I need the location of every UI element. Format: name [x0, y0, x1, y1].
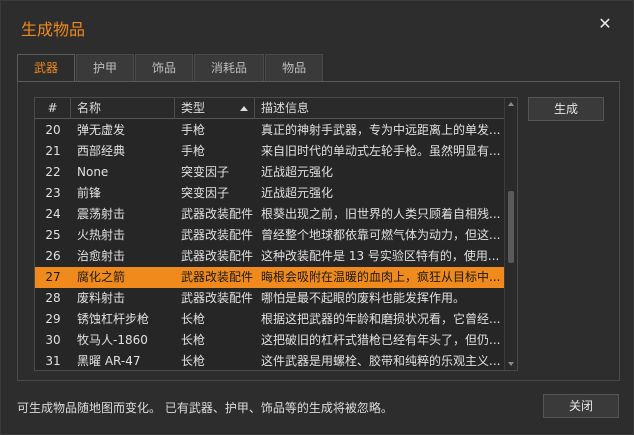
- cell-type: 武器改装配件: [181, 228, 254, 242]
- cell-type: 手枪: [181, 144, 206, 158]
- cell-type: 武器改装配件: [181, 207, 254, 221]
- cell-name: None: [77, 165, 109, 179]
- cell-number: 21: [45, 144, 61, 158]
- scroll-up-icon[interactable]: [508, 102, 514, 106]
- column-header-name[interactable]: 名称: [71, 98, 175, 119]
- close-icon[interactable]: ✕: [597, 16, 613, 32]
- table-row[interactable]: 31 黑曜 AR-47 长枪 这件武器是用螺栓、胶带和纯粹的乐观主义...: [35, 351, 505, 370]
- cell-description: 曾经整个地球都依靠可燃气体为动力，但这...: [261, 228, 501, 242]
- cell-description: 近战超元强化: [261, 165, 334, 179]
- cell-name: 治愈射击: [77, 249, 126, 263]
- cell-description: 这种改装配件是 13 号实验区特有的，使用...: [261, 249, 500, 263]
- footer-note: 可生成物品随地图而变化。 已有武器、护甲、饰品等的生成将被忽略。: [17, 401, 393, 415]
- cell-number: 22: [45, 165, 61, 179]
- cell-description: 这件武器是用螺栓、胶带和纯粹的乐观主义...: [261, 354, 501, 368]
- cell-type: 长枪: [181, 312, 206, 326]
- table-row[interactable]: 28 废料射击 武器改装配件 哪怕是最不起眼的废料也能发挥作用。: [35, 288, 505, 309]
- cell-name: 前锋: [77, 186, 102, 200]
- table-header: # 名称 类型 描述信息: [35, 98, 505, 119]
- table-row[interactable]: 21 西部经典 手枪 来自旧时代的单动式左轮手枪。虽然明显有...: [35, 141, 505, 162]
- cell-type: 武器改装配件: [181, 291, 254, 305]
- table-row[interactable]: 24 震荡射击 武器改装配件 根葵出现之前，旧世界的人类只顾着自相残...: [35, 204, 505, 225]
- dialog-title: 生成物品: [21, 20, 86, 39]
- cell-type: 手枪: [181, 123, 206, 137]
- cell-description: 根据这把武器的年龄和磨损状况看，它曾经...: [261, 312, 501, 326]
- generate-button[interactable]: 生成: [528, 97, 604, 121]
- sort-ascending-icon: [240, 106, 248, 111]
- category-tabs: 武器 护甲 饰品 消耗品 物品: [17, 54, 324, 82]
- table-row[interactable]: 29 锈蚀杠杆步枪 长枪 根据这把武器的年龄和磨损状况看，它曾经...: [35, 309, 505, 330]
- table-row[interactable]: 30 牧马人-1860 长枪 这把破旧的杠杆式猎枪已经有年头了，但仍...: [35, 330, 505, 351]
- cell-name: 废料射击: [77, 291, 126, 305]
- cell-name: 牧马人-1860: [77, 333, 148, 347]
- cell-name: 黑曜 AR-47: [77, 354, 141, 368]
- spawn-item-dialog: 生成物品 ✕ 武器 护甲 饰品 消耗品 物品 # 名称 类型 描述信息 20 弹无…: [0, 0, 634, 435]
- cell-type: 突变因子: [181, 165, 230, 179]
- close-button[interactable]: 关闭: [543, 394, 619, 418]
- column-header-number[interactable]: #: [35, 98, 71, 119]
- column-header-description[interactable]: 描述信息: [255, 98, 505, 119]
- cell-number: 31: [45, 354, 61, 368]
- vertical-scrollbar[interactable]: [504, 98, 517, 370]
- cell-description: 来自旧时代的单动式左轮手枪。虽然明显有...: [261, 144, 501, 158]
- cell-name: 震荡射击: [77, 207, 126, 221]
- table-row[interactable]: 23 前锋 突变因子 近战超元强化: [35, 183, 505, 204]
- cell-description: 哪怕是最不起眼的废料也能发挥作用。: [261, 291, 466, 305]
- table-row[interactable]: 22 None 突变因子 近战超元强化: [35, 162, 505, 183]
- scroll-down-icon[interactable]: [508, 362, 514, 366]
- cell-description: 近战超元强化: [261, 186, 334, 200]
- cell-name: 火热射击: [77, 228, 126, 242]
- column-header-type[interactable]: 类型: [175, 98, 255, 119]
- items-table: # 名称 类型 描述信息 20 弹无虚发 手枪 真正的神射手武器，专为中远距离上的单发…: [34, 97, 518, 371]
- table-row[interactable]: 26 治愈射击 武器改装配件 这种改装配件是 13 号实验区特有的，使用...: [35, 246, 505, 267]
- table-row[interactable]: 20 弹无虚发 手枪 真正的神射手武器，专为中远距离上的单发...: [35, 120, 505, 141]
- tab-weapons[interactable]: 武器: [17, 54, 76, 82]
- cell-name: 弹无虚发: [77, 123, 126, 137]
- cell-number: 30: [45, 333, 61, 347]
- cell-type: 武器改装配件: [181, 249, 254, 263]
- tab-items[interactable]: 物品: [265, 54, 324, 81]
- cell-number: 20: [45, 123, 61, 137]
- cell-number: 25: [45, 228, 61, 242]
- column-header-type-label: 类型: [181, 101, 206, 115]
- tab-accessories[interactable]: 饰品: [135, 54, 194, 81]
- cell-description: 晦根会吸附在温暖的血肉上，疯狂从目标中...: [261, 270, 501, 284]
- scrollbar-thumb[interactable]: [508, 191, 514, 264]
- cell-type: 长枪: [181, 333, 206, 347]
- cell-description: 根葵出现之前，旧世界的人类只顾着自相残...: [261, 207, 501, 221]
- cell-type: 突变因子: [181, 186, 230, 200]
- cell-number: 26: [45, 249, 61, 263]
- table-body: 20 弹无虚发 手枪 真正的神射手武器，专为中远距离上的单发... 21 西部经典 手枪 来自…: [35, 120, 505, 370]
- cell-name: 锈蚀杠杆步枪: [77, 312, 150, 326]
- cell-number: 28: [45, 291, 61, 305]
- table-row[interactable]: 27 腐化之箭 武器改装配件 晦根会吸附在温暖的血肉上，疯狂从目标中...: [35, 267, 505, 288]
- tab-armor[interactable]: 护甲: [76, 54, 135, 81]
- cell-type: 武器改装配件: [181, 270, 254, 284]
- table-row[interactable]: 25 火热射击 武器改装配件 曾经整个地球都依靠可燃气体为动力，但这...: [35, 225, 505, 246]
- tab-panel: # 名称 类型 描述信息 20 弹无虚发 手枪 真正的神射手武器，专为中远距离上的单发…: [17, 81, 620, 381]
- cell-number: 23: [45, 186, 61, 200]
- cell-number: 29: [45, 312, 61, 326]
- cell-number: 27: [45, 270, 61, 284]
- cell-description: 真正的神射手武器，专为中远距离上的单发...: [261, 123, 501, 137]
- cell-description: 这把破旧的杠杆式猎枪已经有年头了，但仍...: [261, 333, 501, 347]
- cell-name: 腐化之箭: [77, 270, 126, 284]
- cell-number: 24: [45, 207, 61, 221]
- cell-type: 长枪: [181, 354, 206, 368]
- tab-consumables[interactable]: 消耗品: [194, 54, 265, 81]
- cell-name: 西部经典: [77, 144, 126, 158]
